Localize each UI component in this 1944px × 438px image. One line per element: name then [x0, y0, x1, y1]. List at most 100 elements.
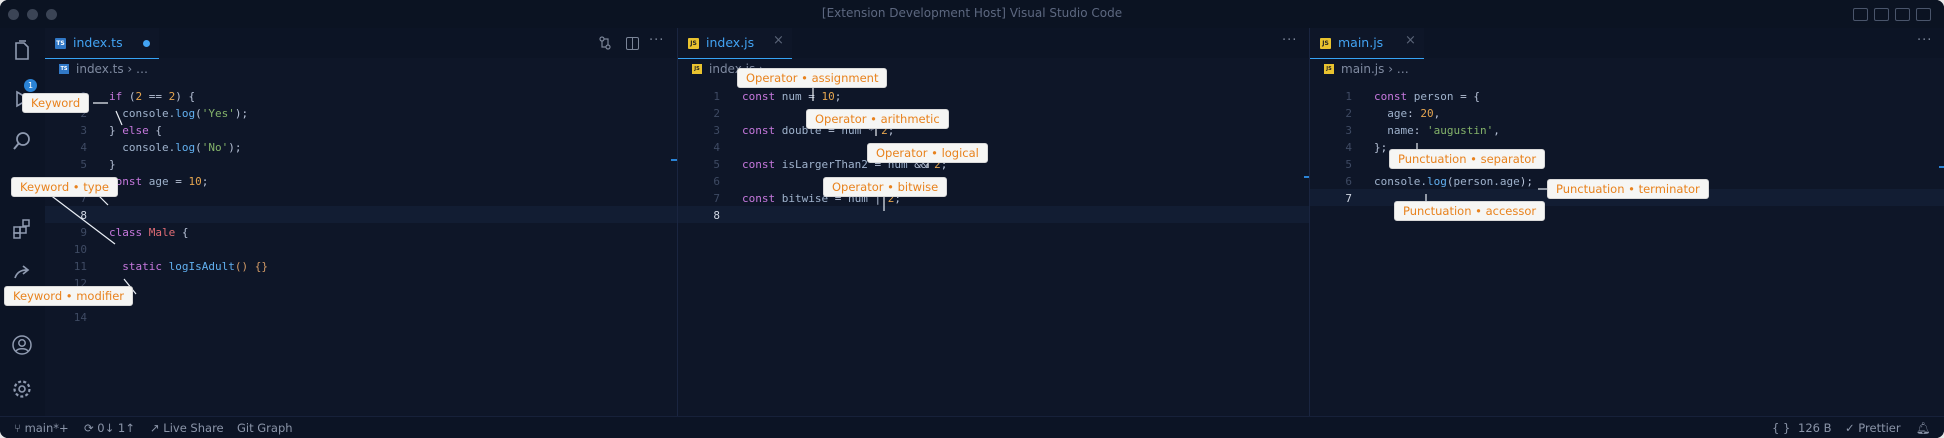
sync-indicator[interactable]: ⟳ 0↓ 1↑ — [84, 421, 135, 435]
settings-gear-icon[interactable] — [11, 378, 33, 400]
code-token: static — [109, 260, 162, 273]
javascript-file-icon: JS — [1320, 38, 1331, 49]
line-number: 5 — [1345, 158, 1352, 171]
code-line[interactable]: console.log(person.age); — [1374, 175, 1533, 188]
toggle-secondary-sidebar-icon[interactable] — [1895, 8, 1910, 21]
breadcrumb: TS index.ts › … — [45, 58, 677, 80]
code-token: name — [1374, 124, 1414, 137]
annotation-punctuation-accessor: Punctuation • accessor — [1394, 201, 1546, 221]
code-token: ( — [195, 141, 202, 154]
code-line[interactable]: static logIsAdult() {} — [109, 260, 268, 273]
breadcrumb-path[interactable]: index.ts › … — [76, 62, 148, 76]
current-line-highlight — [45, 206, 677, 223]
extensions-icon[interactable] — [11, 218, 33, 240]
editor-pane-main-js: JS main.js × ··· JS main.js › … 1 const p… — [1309, 28, 1944, 416]
code-line[interactable]: if (2 == 2) { — [109, 90, 195, 103]
toggle-sidebar-icon[interactable] — [1853, 8, 1868, 21]
split-editor-icon[interactable] — [626, 37, 639, 50]
tab-label: index.js — [706, 35, 755, 50]
prettier-status[interactable]: ✓ Prettier — [1845, 421, 1901, 435]
code-line[interactable]: } — [109, 158, 116, 171]
branch-indicator[interactable]: ⑂ main*+ — [14, 421, 69, 435]
current-line-highlight — [678, 206, 1310, 223]
line-number: 4 — [80, 141, 87, 154]
line-number: 14 — [73, 311, 87, 324]
code-token: ; — [834, 90, 842, 103]
tab-index-ts[interactable]: TS index.ts — [45, 28, 159, 59]
code-token: log — [175, 141, 196, 154]
live-share-icon[interactable] — [11, 262, 33, 284]
line-number: 4 — [1345, 141, 1352, 154]
code-line[interactable]: console.log('No'); — [109, 141, 241, 154]
explorer-icon[interactable] — [11, 40, 33, 62]
line-number: 3 — [713, 124, 720, 137]
line-number: 7 — [1345, 192, 1352, 205]
breadcrumb-path[interactable]: main.js › … — [1341, 62, 1409, 76]
annotation-operator-logical: Operator • logical — [867, 143, 988, 163]
code-token: 'No' — [201, 141, 229, 154]
annotation-keyword: Keyword — [22, 93, 90, 113]
more-actions-icon[interactable]: ··· — [1282, 33, 1297, 48]
code-line[interactable]: const person = { — [1374, 90, 1480, 103]
window-title: [Extension Development Host] Visual Stud… — [821, 6, 1123, 20]
language-braces-indicator[interactable]: { } — [1772, 421, 1790, 435]
customize-layout-icon[interactable] — [1916, 8, 1931, 21]
code-token: } — [109, 158, 116, 171]
code-line[interactable]: console.log('Yes'); — [109, 107, 248, 120]
code-token: ; — [201, 175, 209, 188]
account-icon[interactable] — [11, 334, 33, 356]
annotation-operator-bitwise: Operator • bitwise — [823, 177, 948, 197]
close-tab-icon[interactable]: × — [773, 33, 784, 48]
code-token: person.age — [1453, 175, 1520, 188]
tab-main-js[interactable]: JS main.js × — [1310, 28, 1424, 59]
code-line[interactable]: name: 'augustin', — [1374, 124, 1500, 137]
code-token: const — [742, 124, 776, 137]
line-number: 2 — [1345, 107, 1352, 120]
unsaved-changes-dot-icon[interactable] — [143, 40, 150, 47]
activity-bar: 1 — [0, 28, 45, 416]
toggle-panel-icon[interactable] — [1874, 8, 1889, 21]
annotation-operator-arithmetic: Operator • arithmetic — [806, 109, 949, 129]
annotation-keyword-type: Keyword • type — [11, 177, 118, 197]
tab-bar: JS index.js × ··· — [678, 28, 1310, 59]
breadcrumb: JS main.js › … — [1310, 58, 1944, 80]
code-token: if — [109, 90, 123, 103]
code-token: = — [175, 175, 189, 188]
live-share-button[interactable]: ↗ Live Share — [150, 421, 224, 435]
code-token: isLargerThan2 — [775, 158, 875, 171]
annotation-operator-assignment: Operator • assignment — [737, 68, 888, 88]
code-line[interactable]: }; — [1374, 141, 1387, 154]
tab-label: main.js — [1338, 35, 1384, 50]
code-line[interactable]: age: 20, — [1374, 107, 1440, 120]
close-tab-icon[interactable]: × — [1405, 33, 1416, 48]
compare-changes-icon[interactable] — [598, 36, 612, 50]
file-size-indicator: 126 B — [1798, 421, 1832, 435]
tab-index-js[interactable]: JS index.js × — [678, 28, 792, 59]
javascript-file-icon: JS — [688, 38, 699, 49]
git-graph-button[interactable]: Git Graph — [237, 421, 293, 435]
code-token: 10 — [821, 90, 835, 103]
annotation-keyword-modifier: Keyword • modifier — [4, 286, 133, 306]
search-icon[interactable] — [11, 130, 33, 152]
code-token: log — [175, 107, 196, 120]
code-line[interactable]: const num = 10; — [742, 90, 841, 103]
line-number: 6 — [1345, 175, 1352, 188]
code-token: = — [808, 90, 822, 103]
scrollbar-marker — [1939, 166, 1944, 168]
code-token: const — [1374, 90, 1408, 103]
code-token: : — [1413, 124, 1427, 137]
code-token: age — [142, 175, 176, 188]
notifications-bell-icon[interactable]: 🔔︎ — [1916, 421, 1931, 435]
code-line[interactable]: } else { — [109, 124, 162, 137]
code-token: 10 — [188, 175, 202, 188]
code-token: = { — [1460, 90, 1480, 103]
code-token: , — [1433, 107, 1441, 120]
code-token: == — [142, 90, 169, 103]
code-token: , — [1493, 124, 1500, 137]
more-actions-icon[interactable]: ··· — [649, 33, 664, 48]
more-actions-icon[interactable]: ··· — [1917, 33, 1932, 48]
code-line[interactable]: const age = 10; — [109, 175, 208, 188]
typescript-file-icon: TS — [55, 38, 66, 49]
code-line[interactable]: class Male { — [109, 226, 189, 239]
title-bar: [Extension Development Host] Visual Stud… — [0, 0, 1944, 29]
